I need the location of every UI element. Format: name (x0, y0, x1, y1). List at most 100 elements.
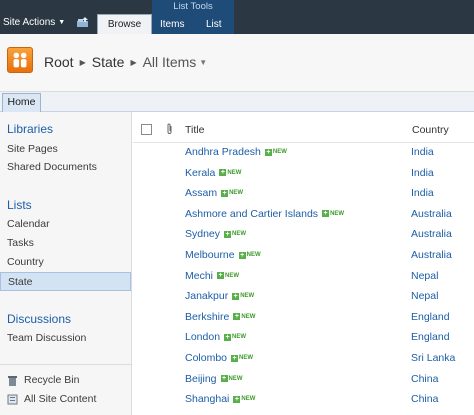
new-item-icon: + (233, 395, 241, 403)
table-row: Sydney + NEW Australia (133, 225, 474, 245)
row-title-link[interactable]: Andhra Pradesh (185, 146, 261, 158)
row-title[interactable]: Shanghai + NEW (185, 393, 255, 405)
row-country[interactable]: India (411, 187, 434, 199)
nav-heading-libraries[interactable]: Libraries (7, 122, 53, 136)
site-actions-menu[interactable]: Site Actions ▼ (3, 17, 65, 28)
row-title[interactable]: Berkshire + NEW (185, 311, 255, 323)
row-country[interactable]: Sri Lanka (411, 352, 455, 364)
select-all-checkbox[interactable] (141, 124, 152, 135)
table-row: Kerala + NEW India (133, 164, 474, 184)
row-title-link[interactable]: Colombo (185, 352, 227, 364)
new-badge: + NEW (322, 210, 344, 218)
column-header-title[interactable]: Title (185, 124, 204, 136)
new-badge-label: NEW (228, 375, 243, 382)
new-badge: + NEW (221, 189, 243, 197)
all-site-content-link[interactable]: All Site Content (7, 393, 96, 405)
new-badge-label: NEW (239, 355, 254, 361)
row-title-link[interactable]: Beijing (185, 373, 217, 385)
row-country[interactable]: Australia (411, 208, 452, 220)
table-row: Shanghai + NEW China (133, 390, 474, 410)
row-title-link[interactable]: Berkshire (185, 311, 229, 323)
new-badge-label: NEW (241, 313, 256, 320)
table-row: Janakpur + NEW Nepal (133, 287, 474, 307)
table-row: Mechi + NEW Nepal (133, 267, 474, 287)
row-title-link[interactable]: Shanghai (185, 393, 229, 405)
row-title-link[interactable]: Assam (185, 187, 217, 199)
new-item-icon: + (322, 210, 330, 218)
row-title[interactable]: Ashmore and Cartier Islands + NEW (185, 208, 344, 220)
tab-items[interactable]: Items (160, 19, 184, 30)
row-title[interactable]: Assam + NEW (185, 187, 243, 199)
tab-browse[interactable]: Browse (97, 14, 152, 34)
nav-item-state[interactable]: State (0, 272, 131, 291)
new-item-icon: + (219, 169, 227, 177)
row-title-link[interactable]: London (185, 331, 220, 343)
new-badge-label: NEW (246, 252, 261, 258)
row-title[interactable]: Kerala + NEW (185, 167, 241, 179)
recycle-bin-label: Recycle Bin (24, 374, 80, 386)
row-title-link[interactable]: Melbourne (185, 249, 235, 261)
column-header-country[interactable]: Country (412, 124, 449, 136)
site-actions-label: Site Actions (3, 17, 56, 28)
row-title-link[interactable]: Ashmore and Cartier Islands (185, 208, 318, 220)
tab-home[interactable]: Home (2, 93, 41, 112)
table-row: London + NEW England (133, 328, 474, 348)
breadcrumb-separator-icon: ▶ (79, 57, 86, 67)
tab-list[interactable]: List (206, 19, 222, 30)
chevron-down-icon[interactable]: ▼ (199, 58, 207, 67)
row-country[interactable]: China (411, 373, 438, 385)
new-badge-label: NEW (240, 293, 255, 300)
new-badge-label: NEW (232, 334, 247, 341)
new-item-icon: + (264, 148, 272, 156)
row-title[interactable]: Sydney + NEW (185, 228, 246, 240)
row-title[interactable]: Janakpur + NEW (185, 290, 254, 302)
nav-item-team-discussion[interactable]: Team Discussion (0, 329, 131, 348)
row-country[interactable]: India (411, 146, 434, 158)
all-site-content-label: All Site Content (24, 393, 97, 405)
new-badge: + NEW (217, 272, 240, 280)
row-country[interactable]: India (411, 167, 434, 179)
row-title-link[interactable]: Sydney (185, 228, 220, 240)
breadcrumb-state[interactable]: State (92, 54, 125, 70)
quick-launch: Libraries Site Pages Shared Documents Li… (0, 112, 132, 415)
nav-item-shared-documents[interactable]: Shared Documents (0, 158, 131, 177)
view-selector[interactable]: All Items (143, 54, 197, 70)
new-badge-label: NEW (227, 169, 242, 176)
breadcrumb-root[interactable]: Root (44, 54, 74, 70)
new-item-icon: + (238, 251, 246, 259)
nav-item-country[interactable]: Country (0, 253, 131, 272)
row-title[interactable]: London + NEW (185, 331, 246, 343)
recycle-bin-link[interactable]: Recycle Bin (7, 374, 79, 386)
row-country[interactable]: China (411, 393, 438, 405)
row-country[interactable]: England (411, 311, 450, 323)
site-logo-icon[interactable] (7, 47, 33, 73)
title-area: Root ▶ State ▶ All Items ▼ (0, 34, 474, 92)
new-badge: + NEW (238, 251, 261, 259)
table-row: Ashmore and Cartier Islands + NEW Australia (133, 205, 474, 225)
row-title[interactable]: Andhra Pradesh + NEW (185, 146, 287, 158)
row-title-link[interactable]: Janakpur (185, 290, 228, 302)
new-badge-label: NEW (225, 272, 240, 279)
nav-item-site-pages[interactable]: Site Pages (0, 140, 131, 159)
row-title[interactable]: Colombo + NEW (185, 352, 253, 364)
nav-heading-lists[interactable]: Lists (7, 198, 32, 212)
row-title[interactable]: Mechi + NEW (185, 270, 239, 282)
new-item-icon: + (217, 272, 225, 280)
row-title-link[interactable]: Kerala (185, 167, 215, 179)
row-country[interactable]: Nepal (411, 270, 438, 282)
row-country[interactable]: Australia (411, 249, 452, 261)
row-country[interactable]: Australia (411, 228, 452, 240)
nav-heading-discussions[interactable]: Discussions (7, 312, 71, 326)
nav-divider (0, 364, 131, 365)
row-country[interactable]: Nepal (411, 290, 438, 302)
nav-item-tasks[interactable]: Tasks (0, 234, 131, 253)
nav-item-calendar[interactable]: Calendar (0, 215, 131, 234)
row-country[interactable]: England (411, 331, 450, 343)
new-item-icon: + (233, 313, 241, 321)
navigate-up-icon[interactable] (76, 16, 89, 28)
new-badge: + NEW (233, 313, 256, 321)
row-title-link[interactable]: Mechi (185, 270, 213, 282)
row-title[interactable]: Beijing + NEW (185, 373, 243, 385)
chevron-down-icon: ▼ (58, 19, 66, 26)
row-title[interactable]: Melbourne + NEW (185, 249, 261, 261)
